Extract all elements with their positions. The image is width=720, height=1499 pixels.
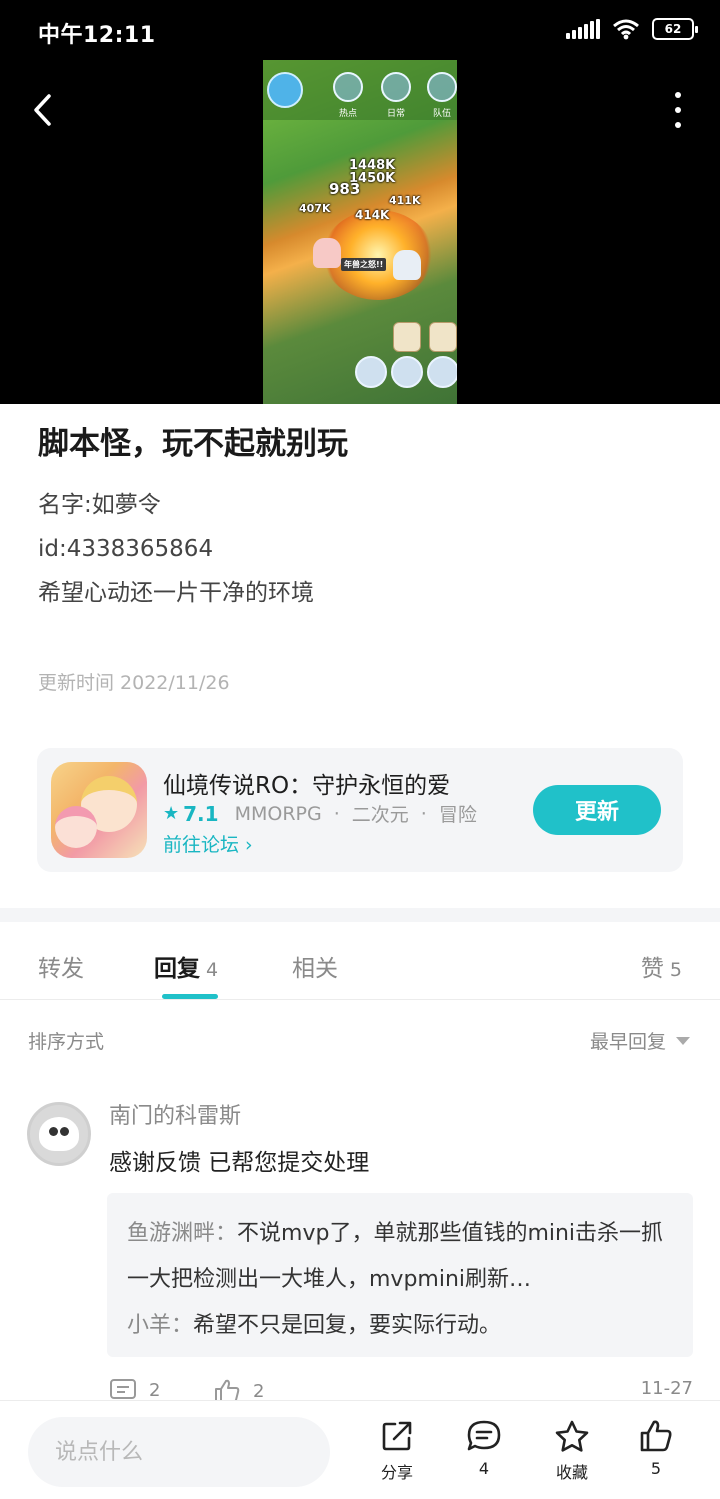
video-game-banner: 年兽之怒!! bbox=[341, 258, 387, 271]
tab-likes[interactable]: 赞5 bbox=[641, 949, 682, 983]
comment-icon bbox=[110, 1379, 136, 1399]
reply-count: 2 bbox=[149, 1379, 161, 1401]
post-title: 脚本怪，玩不起就别玩 bbox=[38, 426, 348, 462]
reply-text: 希望不只是回复，要实际行动。 bbox=[193, 1313, 502, 1338]
battery-icon: 62 bbox=[652, 18, 698, 40]
more-dot-icon bbox=[675, 92, 681, 98]
video-game-character bbox=[393, 250, 421, 280]
post-line: 希望心动还一片干净的环境 bbox=[38, 580, 314, 606]
video-player[interactable]: 热点 日常 队伍 1448K 1450K 983 407K 411K 414K … bbox=[263, 60, 457, 404]
video-game-label: 热点 bbox=[339, 109, 358, 119]
damage-number: 983 bbox=[329, 180, 361, 198]
game-rating: 7.1 bbox=[183, 801, 219, 826]
game-card[interactable]: 仙境传说RO：守护永恒的爱 ★ 7.1 MMORPG · 二次元 · 冒险 前往… bbox=[37, 748, 683, 872]
avatar[interactable] bbox=[27, 1102, 91, 1166]
damage-number: 407K bbox=[299, 202, 331, 215]
favorite-label: 收藏 bbox=[555, 1463, 588, 1482]
video-game-daily-icon bbox=[381, 72, 411, 102]
share-button[interactable]: 分享 bbox=[367, 1419, 427, 1483]
comments-button[interactable]: 4 bbox=[454, 1419, 514, 1478]
signal-icon bbox=[566, 19, 600, 39]
reply-colon: ： bbox=[171, 1313, 194, 1338]
share-label: 分享 bbox=[380, 1463, 413, 1482]
video-game-label: 队伍 bbox=[433, 109, 452, 119]
star-outline-icon bbox=[555, 1420, 589, 1452]
update-button[interactable]: 更新 bbox=[533, 785, 661, 835]
sort-label: 排序方式 bbox=[28, 1031, 105, 1053]
reply-preview-box[interactable]: 鱼游渊畔：不说mvp了，单就那些值钱的mini击杀一抓一大把检测出一大堆人，mv… bbox=[107, 1193, 693, 1357]
video-game-label: 日常 bbox=[387, 109, 406, 119]
game-name: 仙境传说RO：守护永恒的爱 bbox=[163, 773, 451, 799]
tab-count: 4 bbox=[206, 959, 219, 981]
video-game-skill bbox=[355, 356, 387, 388]
thumbs-up-icon bbox=[640, 1420, 672, 1452]
wifi-icon bbox=[613, 19, 639, 40]
damage-number: 411K bbox=[389, 194, 421, 207]
tab-bar: 转发 回复 4 相关 赞5 bbox=[0, 922, 720, 1000]
status-time: 中午12:11 bbox=[38, 23, 156, 48]
separator-dot: · bbox=[333, 802, 340, 825]
tab-label: 转发 bbox=[38, 956, 84, 982]
section-divider bbox=[0, 908, 720, 922]
status-bar: 中午12:11 62 bbox=[0, 0, 720, 64]
reply-item: 鱼游渊畔：不说mvp了，单就那些值钱的mini击杀一抓一大把检测出一大堆人，mv… bbox=[127, 1211, 673, 1303]
chat-bubble-icon bbox=[467, 1420, 501, 1451]
video-game-skill bbox=[391, 356, 423, 388]
tab-count: 5 bbox=[669, 959, 682, 981]
sort-dropdown[interactable]: 最早回复 bbox=[590, 1027, 690, 1054]
post-line: 名字:如夢令 bbox=[38, 492, 161, 518]
sort-selected: 最早回复 bbox=[589, 1031, 666, 1053]
video-game-item bbox=[429, 322, 457, 352]
video-game-skill bbox=[427, 356, 457, 388]
bottom-action-bar: 分享 4 收藏 5 bbox=[0, 1400, 720, 1499]
more-dot-icon bbox=[675, 122, 681, 128]
share-icon bbox=[382, 1421, 412, 1451]
separator-dot: · bbox=[420, 802, 427, 825]
video-game-hot-icon bbox=[333, 72, 363, 102]
more-options-button[interactable] bbox=[672, 92, 684, 128]
tab-label: 赞 bbox=[640, 956, 664, 982]
reply-item: 小羊：希望不只是回复，要实际行动。 bbox=[127, 1303, 673, 1349]
update-time: 更新时间 2022/11/26 bbox=[38, 672, 230, 694]
tab-forward[interactable]: 转发 bbox=[38, 949, 84, 983]
favorite-button[interactable]: 收藏 bbox=[542, 1419, 602, 1483]
game-tag: 冒险 bbox=[438, 804, 477, 826]
video-game-avatar bbox=[267, 72, 303, 108]
comment-date: 11-27 bbox=[640, 1378, 693, 1399]
status-icons: 62 bbox=[566, 18, 698, 40]
like-count: 2 bbox=[253, 1380, 265, 1402]
comments-count: 4 bbox=[478, 1459, 490, 1478]
like-total: 5 bbox=[650, 1459, 662, 1478]
post-body: 名字:如夢令 id:4338365864 希望心动还一片干净的环境 bbox=[38, 483, 314, 615]
comment-input[interactable] bbox=[28, 1417, 330, 1487]
comment-reply-button[interactable]: 2 bbox=[109, 1378, 160, 1402]
back-button[interactable] bbox=[22, 88, 62, 132]
tab-label: 相关 bbox=[292, 956, 338, 982]
video-game-team-icon bbox=[427, 72, 457, 102]
post-line: id:4338365864 bbox=[38, 536, 214, 562]
like-button[interactable]: 5 bbox=[626, 1419, 686, 1478]
caret-down-icon bbox=[676, 1036, 690, 1045]
game-meta: ★ 7.1 MMORPG · 二次元 · 冒险 bbox=[163, 800, 477, 827]
game-tag: MMORPG bbox=[234, 802, 322, 825]
game-app-icon bbox=[51, 762, 147, 858]
active-tab-indicator bbox=[162, 994, 218, 999]
chevron-left-icon bbox=[34, 94, 51, 126]
tab-related[interactable]: 相关 bbox=[292, 949, 338, 983]
reply-colon: ： bbox=[215, 1221, 238, 1246]
more-dot-icon bbox=[675, 107, 681, 113]
game-tag: 二次元 bbox=[351, 804, 409, 826]
comment-author[interactable]: 南门的科雷斯 bbox=[109, 1098, 241, 1130]
star-icon: ★ bbox=[163, 803, 180, 824]
tab-label: 回复 bbox=[154, 956, 200, 982]
forum-link[interactable]: 前往论坛 › bbox=[163, 830, 253, 857]
reply-author: 小羊 bbox=[127, 1313, 172, 1338]
damage-number: 414K bbox=[355, 208, 390, 222]
video-game-item bbox=[393, 322, 421, 352]
comment-text: 感谢反馈 已帮您提交处理 bbox=[109, 1150, 370, 1176]
reply-author: 鱼游渊畔 bbox=[127, 1221, 216, 1246]
tab-replies[interactable]: 回复 4 bbox=[154, 949, 218, 983]
video-game-character bbox=[313, 238, 341, 268]
